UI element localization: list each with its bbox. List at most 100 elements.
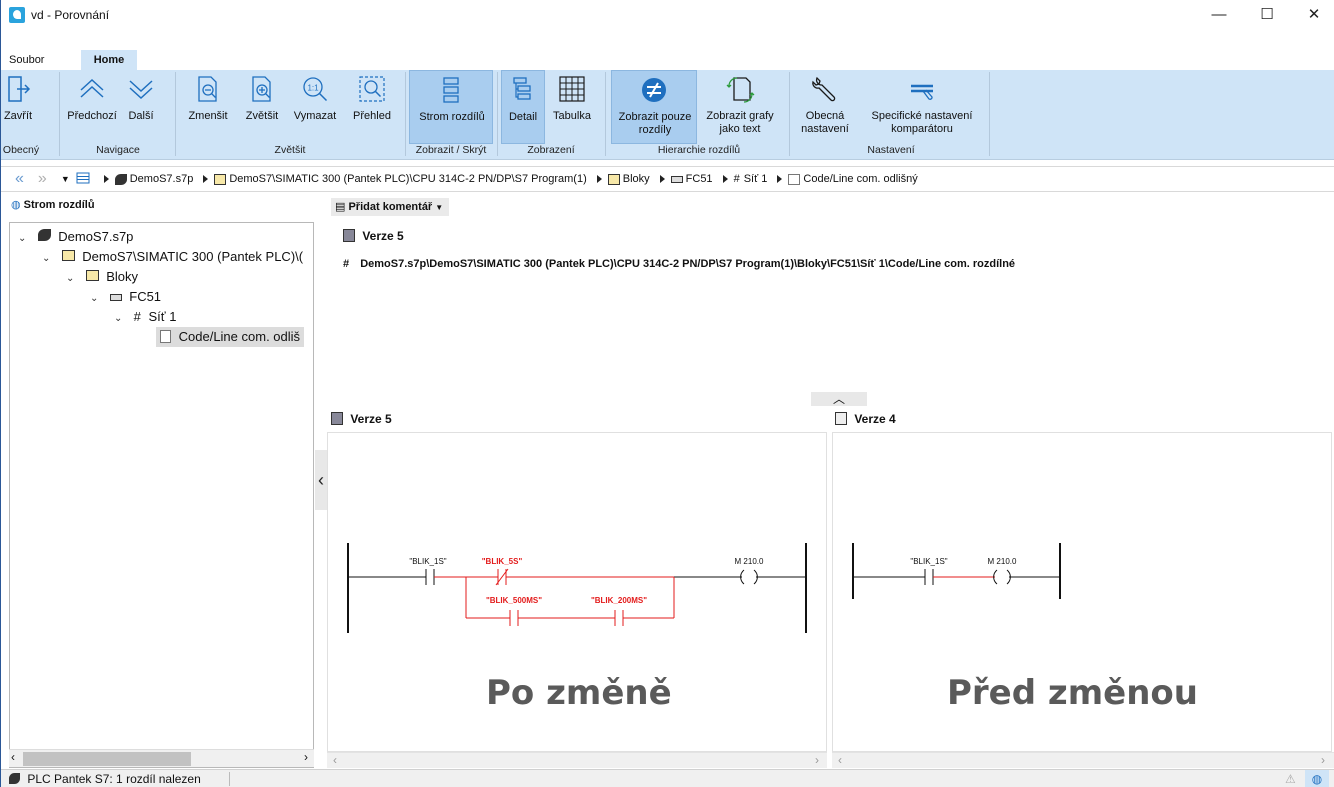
tab-home[interactable]: Home xyxy=(81,50,137,70)
item-path: # DemoS7.s7p\DemoS7\SIMATIC 300 (Pantek … xyxy=(343,258,1016,270)
table-icon xyxy=(557,74,587,104)
blocks-folder-icon xyxy=(85,270,99,281)
breadcrumb-item-blocks[interactable]: Bloky xyxy=(596,173,650,185)
status-bar: PLC Pantek S7: 1 rozdíl nalezen ⚠ ◍ xyxy=(1,769,1334,787)
back-nav-icon[interactable]: « xyxy=(15,170,24,188)
breadcrumb: « » ▼ DemoS7.s7p DemoS7\SIMATIC 300 (Pan… xyxy=(1,166,1334,192)
group-label-general: Obecný xyxy=(2,144,40,156)
zoom-in-icon xyxy=(247,74,277,104)
overview-label: Přehled xyxy=(353,110,391,122)
zoom-out-label: Zmenšit xyxy=(188,110,228,122)
group-label-view: Zobrazení xyxy=(527,144,575,156)
scroll-thumb[interactable] xyxy=(23,752,191,766)
coil-label-m210: M 210.0 xyxy=(988,557,1017,566)
breadcrumb-item-network[interactable]: # Síť 1 xyxy=(722,173,767,185)
zoom-out-icon xyxy=(193,74,223,104)
tree-node-program[interactable]: ⌄ DemoS7\SIMATIC 300 (Pantek PLC)\( xyxy=(42,247,303,267)
app-logo-icon xyxy=(9,7,25,23)
tree-node-code-line[interactable]: Code/Line com. odliš xyxy=(156,327,305,347)
window-title: vd - Porovnání xyxy=(31,8,110,22)
graph-to-text-icon xyxy=(725,74,755,104)
comment-icon: ▤ xyxy=(335,201,346,213)
detail-view-button[interactable]: Detail xyxy=(501,70,545,144)
left-pane-scrollbar[interactable]: ‹ › xyxy=(327,752,827,768)
next-button[interactable]: Další xyxy=(121,70,161,144)
graphs-as-text-button[interactable]: Zobrazit grafy jako text xyxy=(699,70,781,144)
version-icon xyxy=(343,229,355,242)
zoom-in-label: Zvětšit xyxy=(245,110,279,122)
general-settings-button[interactable]: Obecná nastavení xyxy=(795,70,855,144)
scroll-left-icon[interactable]: ‹ xyxy=(11,750,15,764)
ribbon-tabs: Soubor Home xyxy=(1,50,1334,70)
zoom-actual-size-icon: 1:1 xyxy=(300,74,330,104)
collapse-left-panel-button[interactable]: ‹ xyxy=(315,450,327,510)
group-label-settings: Nastavení xyxy=(867,144,915,156)
difference-tree: ⌄ DemoS7.s7p ⌄ DemoS7\SIMATIC 300 (Pante… xyxy=(9,222,314,768)
zoom-fit-icon xyxy=(357,74,387,104)
network-icon: # xyxy=(343,258,350,270)
coil-label-m210: M 210.0 xyxy=(735,557,764,566)
function-block-icon xyxy=(670,175,683,183)
tree-node-fc51[interactable]: ⌄ FC51 xyxy=(90,287,161,307)
add-comment-button[interactable]: ▤ Přidat komentář ▼ xyxy=(331,198,450,216)
breadcrumb-item-fc51[interactable]: FC51 xyxy=(659,173,713,185)
comparator-settings-button[interactable]: Specifické nastavení komparátoru xyxy=(857,70,987,144)
caption-after-change: Po změně xyxy=(486,673,672,713)
title-bar: vd - Porovnání — ☐ ✕ xyxy=(1,0,1334,30)
right-pane-scrollbar[interactable]: ‹ › xyxy=(832,752,1334,768)
table-view-button[interactable]: Tabulka xyxy=(545,70,599,144)
zoom-out-button[interactable]: Zmenšit xyxy=(179,70,237,144)
contact-label-blik-1s: "BLIK_1S" xyxy=(409,557,446,566)
general-settings-label: Obecná nastavení xyxy=(801,110,849,135)
chevrons-up-icon xyxy=(77,74,107,104)
difference-tree-header: ◍ Strom rozdílů xyxy=(11,199,95,211)
warning-icon: ⚠ xyxy=(1285,772,1296,786)
show-differences-only-label: Zobrazit pouze rozdíly xyxy=(618,111,692,136)
chevron-down-icon: ▼ xyxy=(435,203,444,212)
version-icon xyxy=(331,412,343,425)
tree-horizontal-scrollbar[interactable]: ‹ › xyxy=(9,749,314,767)
overview-button[interactable]: Přehled xyxy=(343,70,401,144)
maximize-button[interactable]: ☐ xyxy=(1244,0,1290,30)
toggle-difference-tree-button[interactable]: Strom rozdílů xyxy=(409,70,493,144)
close-button[interactable]: ✕ xyxy=(1291,0,1334,30)
close-comparison-label: Zavřít xyxy=(3,110,33,122)
contact-label-blik-1s: "BLIK_1S" xyxy=(910,557,947,566)
minimize-button[interactable]: — xyxy=(1196,0,1242,30)
tree-node-network[interactable]: ⌄ # Síť 1 xyxy=(114,307,176,327)
forward-nav-icon[interactable]: » xyxy=(38,170,47,188)
tree-node-project[interactable]: ⌄ DemoS7.s7p xyxy=(18,227,133,247)
show-differences-only-button[interactable]: Zobrazit pouze rozdíly xyxy=(611,70,697,144)
tab-soubor[interactable]: Soubor xyxy=(3,50,50,70)
exit-icon xyxy=(3,74,33,104)
list-icon[interactable] xyxy=(76,172,90,187)
tree-node-blocks[interactable]: ⌄ Bloky xyxy=(66,267,138,287)
breadcrumb-item-program[interactable]: DemoS7\SIMATIC 300 (Pantek PLC)\CPU 314C… xyxy=(203,173,587,185)
next-label: Další xyxy=(128,110,154,122)
breadcrumb-item-project[interactable]: DemoS7.s7p xyxy=(103,173,193,185)
document-icon xyxy=(788,173,801,185)
collapse-top-panel-button[interactable]: ︿ xyxy=(811,392,867,406)
caption-before-change: Před změnou xyxy=(947,673,1198,713)
previous-button[interactable]: Předchozí xyxy=(63,70,121,144)
compare-status-icon: ◍ xyxy=(1305,770,1329,787)
project-icon xyxy=(114,173,127,185)
close-comparison-button[interactable]: Zavřít xyxy=(1,70,35,144)
left-version-pane: "BLIK_1S" "BLIK_5S" "BLIK_500MS" "BLIK_2… xyxy=(327,432,827,752)
breadcrumb-item-code-line[interactable]: Code/Line com. odlišný xyxy=(777,173,918,185)
comparator-settings-label: Specifické nastavení komparátoru xyxy=(871,110,973,135)
reset-zoom-button[interactable]: 1:1 Vymazat xyxy=(287,70,343,144)
dropdown-icon[interactable]: ▼ xyxy=(61,174,70,184)
compare-icon: ◍ xyxy=(11,199,21,211)
graphs-as-text-label: Zobrazit grafy jako text xyxy=(706,110,774,135)
contact-label-blik-5s: "BLIK_5S" xyxy=(482,557,523,566)
wrench-icon xyxy=(810,74,840,104)
contact-label-blik-500ms: "BLIK_500MS" xyxy=(486,596,542,605)
zoom-in-button[interactable]: Zvětšit xyxy=(237,70,287,144)
app-window: vd - Porovnání — ☐ ✕ Soubor Home Zavřít … xyxy=(0,0,1334,787)
chevron-down-icon: ⌄ xyxy=(66,273,75,284)
chevron-down-icon: ⌄ xyxy=(18,233,27,244)
right-version-pane: "BLIK_1S" M 210.0 Před změnou xyxy=(832,432,1332,752)
scroll-right-icon[interactable]: › xyxy=(304,750,308,764)
chevron-down-icon: ⌄ xyxy=(42,253,51,264)
